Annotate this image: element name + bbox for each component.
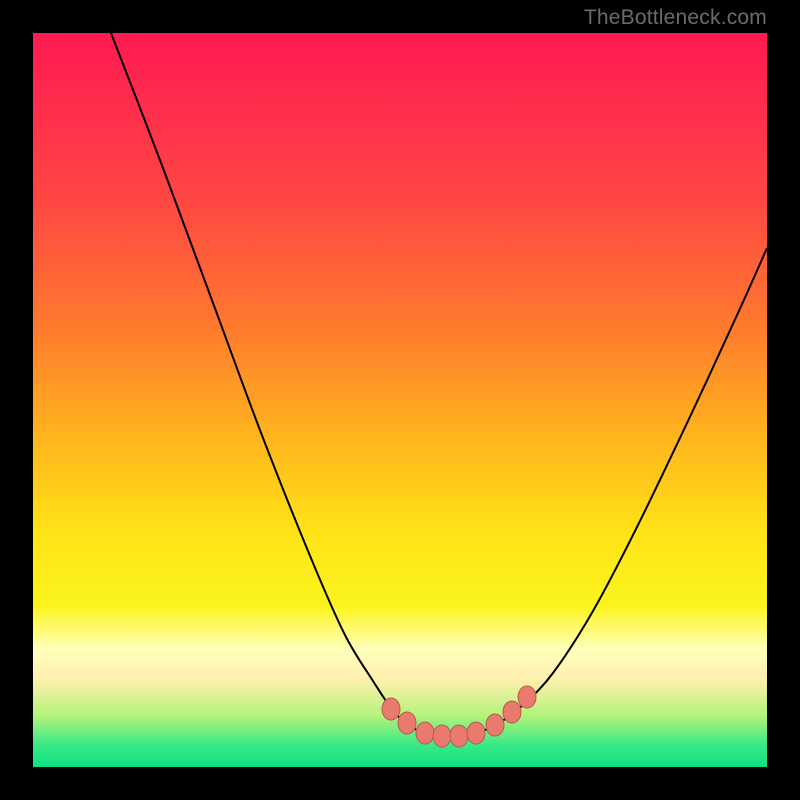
plateau-marker	[416, 722, 434, 744]
plateau-marker	[450, 725, 468, 747]
plateau-marker	[467, 722, 485, 744]
chart-frame	[33, 33, 767, 767]
plateau-marker	[503, 701, 521, 723]
plateau-marker	[433, 725, 451, 747]
plateau-marker	[382, 698, 400, 720]
plateau-marker	[518, 686, 536, 708]
plateau-markers	[33, 33, 767, 767]
attribution-watermark: TheBottleneck.com	[584, 6, 767, 30]
plateau-marker	[398, 712, 416, 734]
plateau-marker	[486, 714, 504, 736]
